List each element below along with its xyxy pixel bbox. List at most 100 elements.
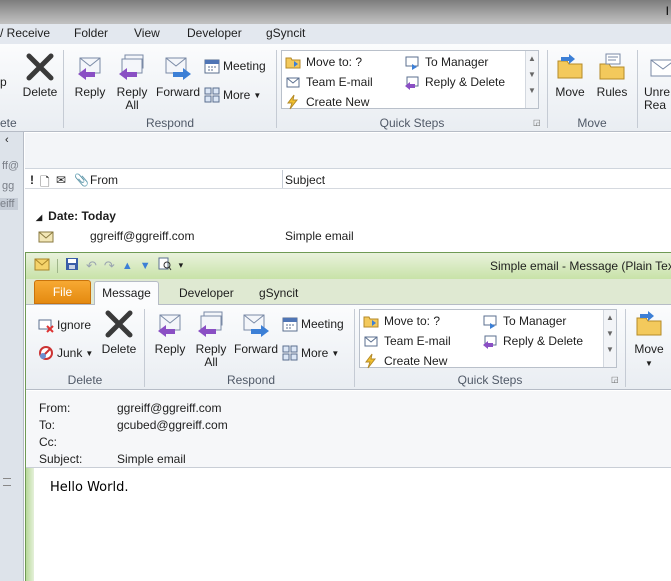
delete-button[interactable]: Delete <box>100 309 138 356</box>
message-window-title: Simple email - Message (Plain Tex <box>490 259 671 273</box>
attachment-icon[interactable]: 📎 <box>74 173 89 187</box>
meeting-label: Meeting <box>301 317 344 331</box>
quick-step-team-email[interactable]: Team E-mail <box>285 74 373 90</box>
more-respond-button[interactable]: More ▼ <box>204 87 261 103</box>
tab-gsyncit[interactable]: gSyncit <box>259 286 298 300</box>
importance-icon[interactable]: ! <box>30 173 34 187</box>
tab-view[interactable]: View <box>134 26 160 40</box>
dialog-launcher-icon[interactable]: ◲ <box>533 118 541 127</box>
window-edge <box>26 468 34 581</box>
move-button[interactable]: Move ▼ <box>631 309 667 370</box>
quick-access-toolbar: ↶ ↷ ▲ ▼ ▾ <box>34 257 183 274</box>
customize-toolbar-icon[interactable]: ▾ <box>179 260 184 271</box>
tab-developer[interactable]: Developer <box>179 286 234 300</box>
meeting-button[interactable]: Meeting <box>204 58 266 74</box>
rules-button[interactable]: Rules <box>594 52 630 99</box>
ignore-label: Ignore <box>57 318 92 332</box>
scroll-down-icon[interactable]: ▼ <box>526 67 538 83</box>
meeting-button[interactable]: Meeting <box>282 316 344 332</box>
quick-step-team-email-label: Team E-mail <box>384 334 451 348</box>
partial-button[interactable]: p <box>0 75 7 89</box>
forward-button[interactable]: Forward <box>233 309 279 356</box>
reply-button[interactable]: Reply <box>72 52 108 99</box>
tab-send-receive[interactable]: / Receive <box>0 26 50 40</box>
folder-move-icon <box>285 57 301 69</box>
document-icon[interactable]: 🗋 <box>40 173 50 194</box>
column-subject[interactable]: Subject <box>285 173 325 187</box>
chevron-down-icon: ▼ <box>645 359 653 368</box>
scroll-down-icon[interactable]: ▼ <box>604 326 616 342</box>
save-icon[interactable] <box>65 257 79 274</box>
scroll-up-icon[interactable]: ▲ <box>604 310 616 326</box>
quick-step-create-new[interactable]: Create New <box>285 94 369 110</box>
quick-steps-scrollbar[interactable]: ▲ ▼ ▼ <box>603 310 616 367</box>
print-preview-icon[interactable] <box>158 257 172 274</box>
file-tab[interactable]: File <box>34 280 91 304</box>
quick-step-to-manager[interactable]: To Manager <box>404 54 488 70</box>
quick-step-reply-delete[interactable]: Reply & Delete <box>482 333 583 349</box>
quick-step-reply-delete[interactable]: Reply & Delete <box>404 74 505 90</box>
tab-folder[interactable]: Folder <box>74 26 108 40</box>
quick-step-create-new-label: Create New <box>306 95 370 109</box>
search-bar[interactable] <box>25 133 671 169</box>
table-row[interactable]: ggreiff@ggreiff.com Simple email <box>25 227 671 245</box>
separator <box>57 258 58 273</box>
reply-label: Reply <box>154 342 186 356</box>
unread-read-button[interactable]: Unre Rea <box>644 52 671 112</box>
expand-gallery-icon[interactable]: ▼ <box>526 83 538 99</box>
undo-icon[interactable]: ↶ <box>86 258 97 274</box>
date-group-header[interactable]: ◢ Date: Today <box>36 209 116 223</box>
previous-item-icon[interactable]: ▲ <box>122 260 133 272</box>
quick-steps-group-label: Quick Steps <box>379 116 445 130</box>
reply-all-button[interactable]: Reply All <box>113 52 151 112</box>
reply-button[interactable]: Reply <box>152 309 188 356</box>
quick-step-move-to[interactable]: Move to: ? <box>285 54 362 70</box>
tab-developer[interactable]: Developer <box>187 26 242 40</box>
reply-label: Reply <box>74 85 106 99</box>
from-label: From: <box>39 401 71 415</box>
ignore-button[interactable]: Ignore <box>38 317 91 333</box>
tab-gsyncit[interactable]: gSyncit <box>266 26 305 40</box>
delete-x-icon <box>26 53 54 81</box>
background-ribbon-tabs: / Receive Folder View Developer gSyncit <box>0 24 671 44</box>
dialog-launcher-icon[interactable]: ◲ <box>611 375 619 384</box>
from-value[interactable]: ggreiff@ggreiff.com <box>117 401 221 415</box>
separator <box>637 50 638 128</box>
quick-steps-gallery: Move to: ? Team E-mail Create New To Man… <box>359 309 617 369</box>
next-item-icon[interactable]: ▼ <box>140 260 151 272</box>
to-value[interactable]: gcubed@ggreiff.com <box>117 418 228 432</box>
tab-message[interactable]: Message <box>94 281 159 306</box>
column-from[interactable]: From <box>90 173 118 187</box>
quick-step-move-to[interactable]: Move to: ? <box>363 313 440 329</box>
redo-icon[interactable]: ↷ <box>104 258 115 274</box>
quick-step-move-to-label: Move to: ? <box>384 314 441 328</box>
quick-step-create-new[interactable]: Create New <box>363 353 447 369</box>
nav-scrollbar-grip-icon[interactable] <box>3 478 11 486</box>
more-respond-button[interactable]: More ▼ <box>282 345 339 361</box>
reminder-icon[interactable]: ✉ <box>56 173 66 187</box>
more-label: More <box>223 88 251 102</box>
quick-step-team-email[interactable]: Team E-mail <box>363 333 451 349</box>
message-window: ↶ ↷ ▲ ▼ ▾ Simple email - Message (Plain … <box>25 252 671 581</box>
junk-button[interactable]: Junk ▼ <box>38 345 93 361</box>
quick-step-team-email-label: Team E-mail <box>306 75 373 89</box>
row-from: ggreiff@ggreiff.com <box>90 229 195 243</box>
quick-step-create-new-label: Create New <box>384 354 448 368</box>
collapse-triangle-icon[interactable]: ◢ <box>36 213 42 222</box>
quick-step-to-manager[interactable]: To Manager <box>482 313 566 329</box>
lightning-icon <box>287 94 299 110</box>
scroll-up-icon[interactable]: ▲ <box>526 51 538 67</box>
forward-button[interactable]: Forward <box>155 52 201 99</box>
nav-partial-1: ff@ <box>2 160 20 172</box>
delete-label: Delete <box>22 85 58 99</box>
message-body[interactable]: Hello World. <box>50 480 128 495</box>
background-ribbon: p Delete ete Reply Reply All Forward Mee… <box>0 44 671 132</box>
move-button[interactable]: Move <box>552 52 588 99</box>
collapse-chevron-icon[interactable]: ‹ <box>5 134 9 146</box>
reply-all-button[interactable]: Reply All <box>192 309 230 369</box>
delete-button[interactable]: Delete <box>20 52 60 99</box>
junk-label: Junk <box>57 346 83 360</box>
move-group-label: Move <box>577 116 607 130</box>
expand-gallery-icon[interactable]: ▼ <box>604 342 616 358</box>
quick-steps-scrollbar[interactable]: ▲ ▼ ▼ <box>525 51 538 108</box>
